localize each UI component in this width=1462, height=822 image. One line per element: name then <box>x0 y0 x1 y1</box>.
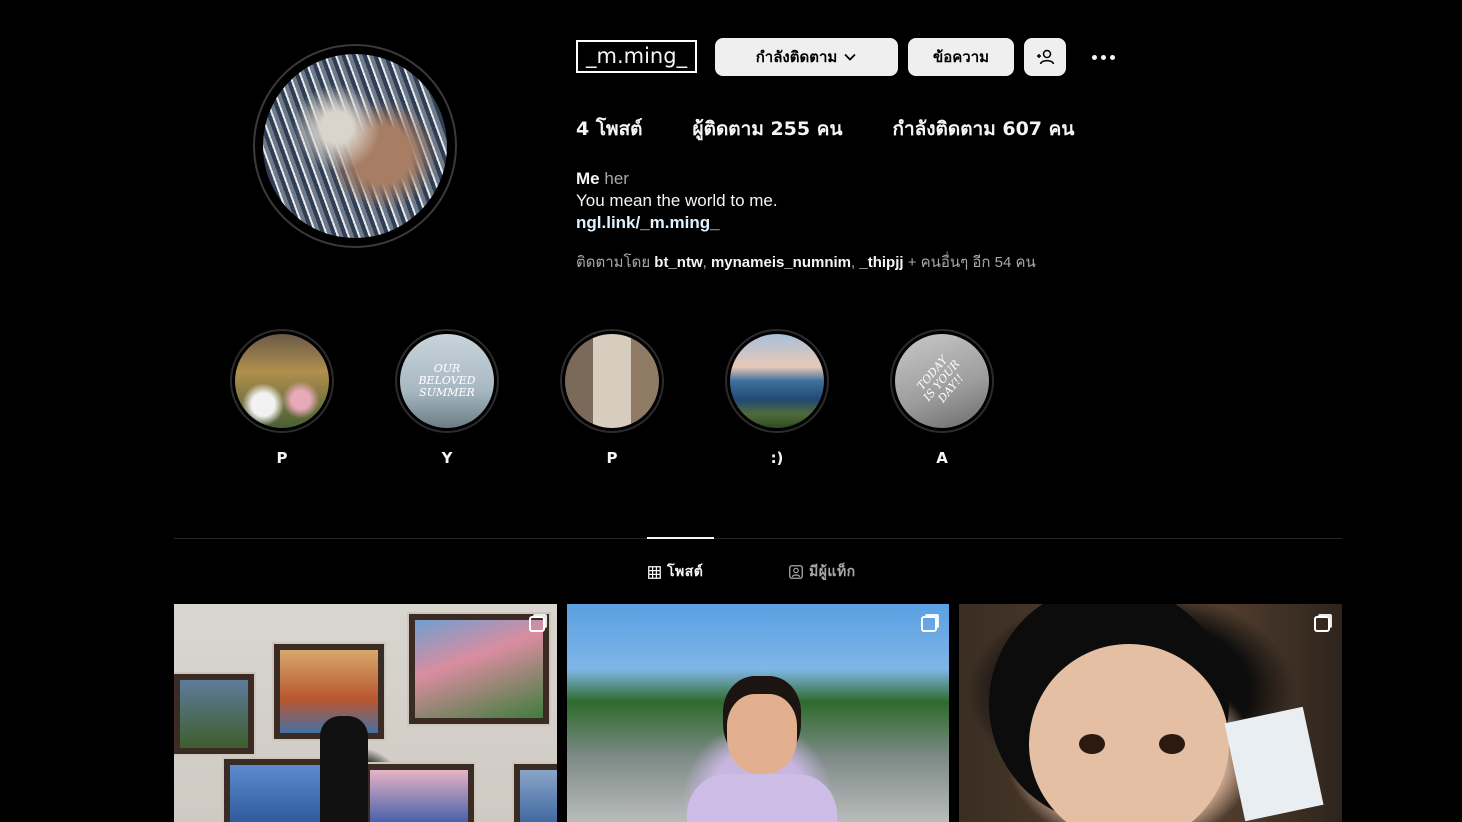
add-person-icon <box>1037 49 1055 65</box>
profile-bio: Me her You mean the world to me. ngl.lin… <box>576 168 778 234</box>
avatar[interactable] <box>263 54 447 238</box>
highlight-cover: OUR BELOVED SUMMER <box>400 334 494 428</box>
profile-display-name: Me <box>576 169 600 188</box>
tagged-icon <box>789 565 803 579</box>
highlight-label: P <box>276 449 288 467</box>
post-image-detail <box>320 716 368 822</box>
highlight-label: P <box>606 449 618 467</box>
highlight-item[interactable]: :) <box>724 329 830 467</box>
followed-by[interactable]: ติดตามโดย bt_ntw, mynameis_numnim, _thip… <box>576 250 1036 274</box>
post-image-detail <box>1159 734 1185 754</box>
followed-by-prefix: ติดตามโดย <box>576 254 651 271</box>
post-image-detail <box>514 764 557 822</box>
post-image-detail <box>364 764 474 822</box>
more-options-icon[interactable] <box>1086 44 1120 70</box>
separator: , <box>702 254 711 271</box>
highlight-item[interactable]: P <box>559 329 665 467</box>
highlight-cover: TODAY IS YOUR DAY!! <box>895 334 989 428</box>
post-thumbnail[interactable] <box>567 604 949 822</box>
more-dot <box>1091 54 1097 60</box>
highlight-cover <box>565 334 659 428</box>
highlight-ring[interactable]: OUR BELOVED SUMMER <box>395 329 499 433</box>
tab-posts[interactable]: โพสต์ <box>648 561 703 583</box>
highlight-item[interactable]: OUR BELOVED SUMMER Y <box>394 329 500 467</box>
post-image-detail <box>174 674 254 754</box>
post-image-detail <box>1029 644 1229 822</box>
message-button-label: ข้อความ <box>932 48 990 66</box>
highlight-ring[interactable]: TODAY IS YOUR DAY!! <box>890 329 994 433</box>
followed-by-user[interactable]: mynameis_numnim <box>711 254 851 271</box>
profile-stats: 4 โพสต์ ผู้ติดตาม 255 คน กำลังติดตาม 607… <box>576 114 1124 144</box>
post-thumbnail[interactable] <box>174 604 557 822</box>
multiple-images-icon <box>1314 616 1330 632</box>
tab-posts-label: โพสต์ <box>667 564 704 580</box>
multiple-images-icon <box>921 616 937 632</box>
active-tab-indicator <box>647 537 714 539</box>
post-image-detail <box>1079 734 1105 754</box>
followed-by-user[interactable]: bt_ntw <box>654 254 702 271</box>
posts-count: 4 โพสต์ <box>576 118 643 140</box>
highlight-item[interactable]: P <box>229 329 335 467</box>
more-dot <box>1100 54 1106 60</box>
tabs-divider <box>174 538 1342 539</box>
highlight-overlay-text: OUR BELOVED SUMMER <box>418 362 476 399</box>
more-dot <box>1109 54 1115 60</box>
highlight-cover <box>730 334 824 428</box>
highlight-label: A <box>936 449 948 467</box>
tab-tagged-label: มีผู้แท็ก <box>809 564 856 580</box>
chevron-down-icon <box>844 53 856 61</box>
profile-avatar-ring[interactable] <box>253 44 457 248</box>
post-image-detail <box>409 614 549 724</box>
highlight-item[interactable]: TODAY IS YOUR DAY!! A <box>889 329 995 467</box>
following-button[interactable]: กำลังติดตาม <box>715 38 898 76</box>
highlight-ring[interactable] <box>230 329 334 433</box>
highlight-overlay-text: TODAY IS YOUR DAY!! <box>914 353 967 405</box>
highlight-ring[interactable] <box>560 329 664 433</box>
post-image-detail <box>687 774 837 822</box>
highlight-label: :) <box>770 449 784 467</box>
multiple-images-icon <box>529 616 545 632</box>
highlight-cover <box>235 334 329 428</box>
followers-count[interactable]: ผู้ติดตาม 255 คน <box>693 114 843 144</box>
bio-link[interactable]: ngl.link/_m.ming_ <box>576 212 778 234</box>
followed-by-user[interactable]: _thipjj <box>859 254 903 271</box>
following-count[interactable]: กำลังติดตาม 607 คน <box>892 114 1074 144</box>
suggest-people-button[interactable] <box>1024 38 1066 76</box>
profile-username[interactable]: _m.ming_ <box>576 40 698 73</box>
post-thumbnail[interactable] <box>959 604 1342 822</box>
profile-page: _m.ming_ กำลังติดตาม ข้อความ 4 โพสต์ ผู้… <box>0 0 1462 822</box>
post-image-detail <box>727 694 797 774</box>
profile-pronoun: her <box>604 169 629 188</box>
message-button[interactable]: ข้อความ <box>908 38 1014 76</box>
followed-by-suffix: + คนอื่นๆ อีก 54 คน <box>907 254 1036 271</box>
highlight-label: Y <box>441 449 453 467</box>
highlight-ring[interactable] <box>725 329 829 433</box>
grid-icon <box>648 565 661 579</box>
tab-tagged[interactable]: มีผู้แท็ก <box>789 561 856 583</box>
following-button-label: กำลังติดตาม <box>755 48 838 66</box>
bio-text: You mean the world to me. <box>576 191 778 210</box>
post-image-detail <box>1224 706 1324 822</box>
